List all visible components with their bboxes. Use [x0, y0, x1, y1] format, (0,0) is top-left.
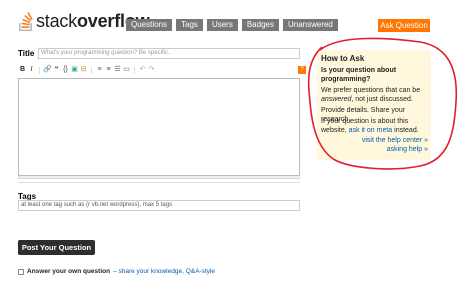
- answer-own-link[interactable]: – share your knowledge, Q&A-style: [113, 268, 215, 275]
- nav-badges[interactable]: Badges: [241, 19, 279, 31]
- nav-users[interactable]: Users: [206, 19, 238, 31]
- redo-button[interactable]: ↷: [147, 65, 156, 75]
- image-button[interactable]: ▣: [70, 65, 79, 75]
- answer-own-checkbox[interactable]: [18, 268, 24, 275]
- ask-on-meta-link[interactable]: ask it on meta: [349, 127, 393, 134]
- toolbar-divider: [39, 66, 40, 74]
- how-to-ask-title: How to Ask: [321, 54, 365, 63]
- nav-questions[interactable]: Questions: [126, 19, 173, 31]
- asking-help-link[interactable]: asking help »: [360, 146, 428, 153]
- tags-input[interactable]: at least one tag such as (r vb.net wordp…: [18, 200, 300, 211]
- question-body-textarea[interactable]: [18, 78, 300, 176]
- ask-question-button[interactable]: Ask Question: [378, 19, 430, 32]
- help-center-link[interactable]: visit the help center »: [360, 137, 428, 144]
- bold-button[interactable]: B: [18, 65, 27, 75]
- post-question-button[interactable]: Post Your Question: [18, 240, 95, 255]
- answer-own-row: Answer your own question – share your kn…: [18, 268, 215, 275]
- title-label: Title: [18, 49, 35, 58]
- bulleted-list-button[interactable]: ≡: [104, 65, 113, 75]
- undo-button[interactable]: ↶: [138, 65, 147, 75]
- editor-toolbar: B I 🔗 ❝ {} ▣ ⊟ ≡ ≡ ☰ ▭ ↶ ↷: [18, 65, 156, 75]
- italic-button[interactable]: I: [27, 65, 36, 75]
- nav-unanswered[interactable]: Unanswered: [282, 19, 338, 31]
- how-to-ask-paragraph: We prefer questions that can be answered…: [321, 87, 421, 103]
- title-input[interactable]: What's your programming question? Be spe…: [38, 48, 300, 59]
- horizontal-rule-button[interactable]: ▭: [122, 65, 131, 75]
- answer-own-label[interactable]: Answer your own question: [27, 268, 110, 275]
- textarea-resize-grip[interactable]: [18, 176, 300, 179]
- blockquote-button[interactable]: ❝: [52, 65, 61, 75]
- stack-icon: [19, 12, 33, 32]
- link-button[interactable]: 🔗: [43, 65, 52, 75]
- toolbar-divider: [134, 66, 135, 74]
- nav-tags[interactable]: Tags: [176, 19, 203, 31]
- code-button[interactable]: {}: [61, 65, 70, 75]
- preview-divider: [18, 182, 300, 183]
- heading-button[interactable]: ☰: [113, 65, 122, 75]
- how-to-ask-paragraph: If your question is about this website, …: [321, 118, 419, 134]
- editor-help-button[interactable]: ?: [298, 66, 306, 74]
- ordered-list-button[interactable]: ≡: [95, 65, 104, 75]
- toolbar-divider: [91, 66, 92, 74]
- snippet-button[interactable]: ⊟: [79, 65, 88, 75]
- main-nav: Questions Tags Users Badges Unanswered: [126, 19, 338, 31]
- how-to-ask-subtitle: Is your question about programming?: [321, 67, 397, 83]
